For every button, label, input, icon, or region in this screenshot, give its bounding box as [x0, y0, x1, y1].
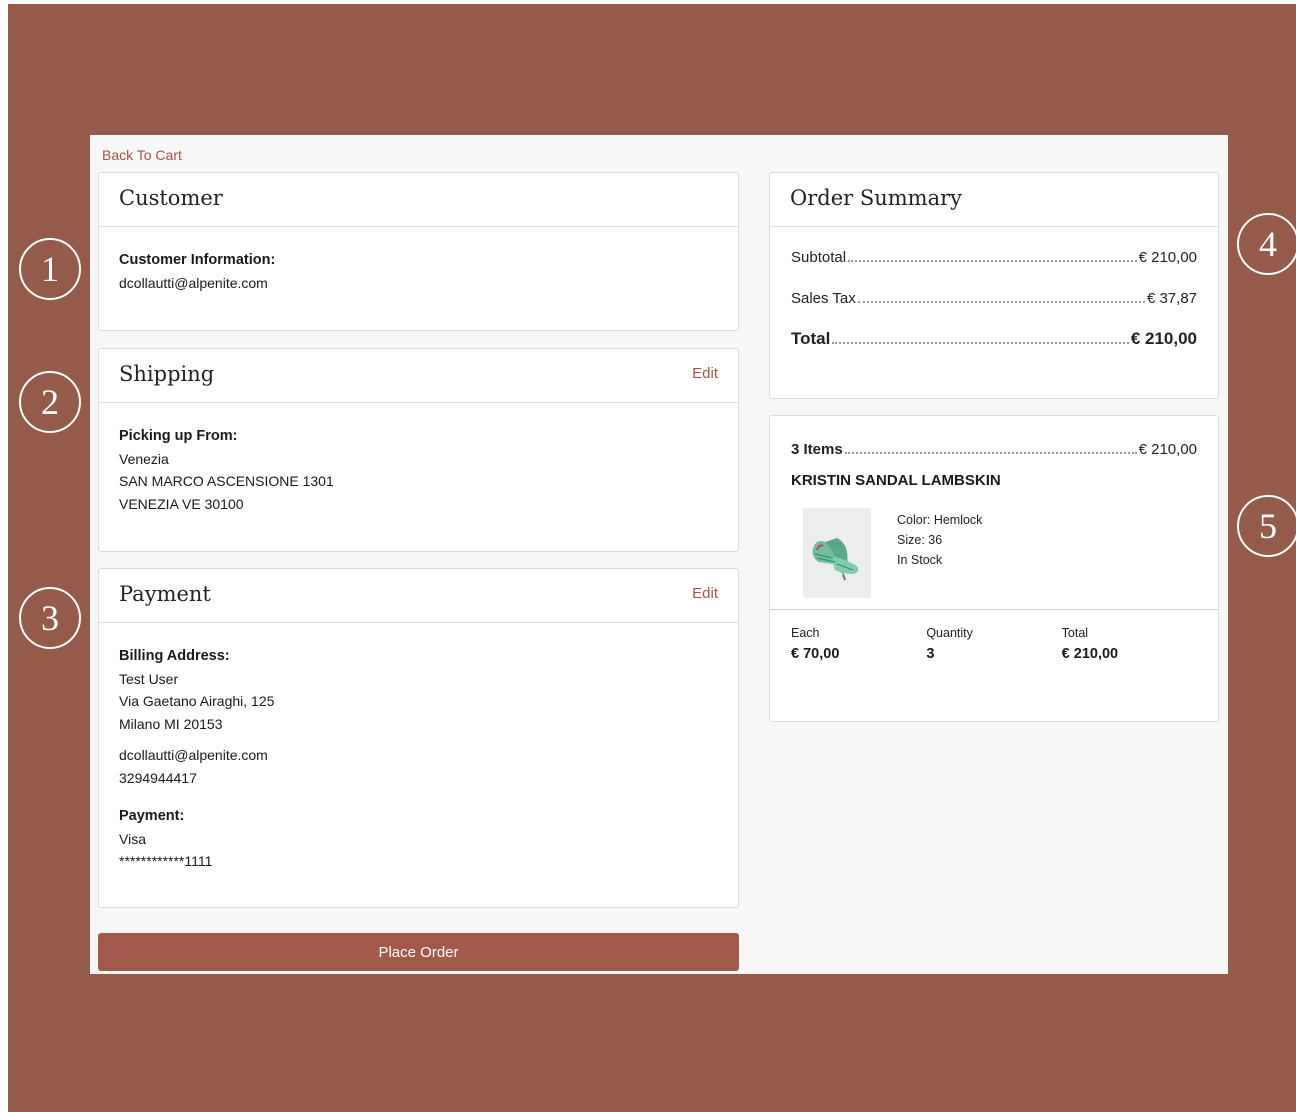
callout-5: 5 — [1237, 495, 1296, 557]
card-type: Visa — [119, 830, 146, 847]
pickup-address-line2: VENEZIA VE 30100 — [119, 495, 244, 512]
place-order-button[interactable]: Place Order — [98, 933, 739, 971]
pickup-address-line1: SAN MARCO ASCENSIONE 1301 — [119, 473, 334, 489]
quantity-value: 3 — [926, 646, 935, 662]
total-value: € 210,00 — [1130, 329, 1197, 348]
line-item-columns: Each € 70,00 Quantity 3 Total € 210,00 — [791, 626, 1197, 662]
items-count-label: 3 Items — [791, 441, 843, 458]
product-name: KRISTIN SANDAL LAMBSKIN — [791, 472, 1001, 489]
items-divider — [770, 609, 1218, 610]
callout-2: 2 — [19, 371, 81, 433]
order-summary-title: Order Summary — [790, 186, 962, 210]
payment-method-label: Payment: — [119, 808, 185, 824]
billing-street: Via Gaetano Airaghi, 125 — [119, 693, 275, 709]
product-size: Size: 36 — [897, 533, 943, 547]
billing-city: Milano MI 20153 — [119, 715, 223, 732]
sales-tax-dots — [857, 301, 1145, 303]
billing-email: dcollautti@alpenite.com — [119, 747, 268, 763]
sandal-icon — [812, 538, 859, 581]
shipping-header: Shipping Edit — [99, 349, 738, 403]
billing-phone: 3294944417 — [119, 769, 197, 786]
billing-address-label: Billing Address: — [119, 648, 230, 664]
total-row: Total € 210,00 — [791, 329, 1197, 349]
sales-tax-value: € 37,87 — [1146, 290, 1197, 307]
payment-title: Payment — [119, 582, 211, 606]
order-summary-card: Order Summary Subtotal € 210,00 Sales Ta… — [769, 172, 1219, 399]
subtotal-dots — [848, 260, 1137, 262]
customer-title: Customer — [119, 186, 223, 210]
shipping-title: Shipping — [119, 362, 215, 386]
pickup-label: Picking up From: — [119, 428, 238, 444]
quantity-label: Quantity — [926, 626, 973, 640]
billing-name: Test User — [119, 670, 179, 687]
shipping-edit-link[interactable]: Edit — [692, 365, 718, 382]
payment-edit-link[interactable]: Edit — [692, 585, 718, 602]
product-stock: In Stock — [897, 553, 943, 567]
customer-header: Customer — [99, 173, 738, 227]
callout-4: 4 — [1237, 213, 1296, 275]
items-count-row: 3 Items € 210,00 — [791, 441, 1197, 458]
subtotal-row: Subtotal € 210,00 — [791, 249, 1197, 266]
shipping-card: Shipping Edit Picking up From: Venezia S… — [98, 348, 739, 552]
product-image[interactable] — [803, 508, 871, 598]
checkout-page: Back To Cart Customer Customer Informati… — [90, 135, 1228, 974]
payment-card: Payment Edit Billing Address: Test User … — [98, 568, 739, 908]
customer-card: Customer Customer Information: dcollautt… — [98, 172, 739, 331]
each-label: Each — [791, 626, 820, 640]
customer-email: dcollautti@alpenite.com — [119, 274, 268, 291]
back-to-cart-link[interactable]: Back To Cart — [102, 147, 182, 163]
line-total-label: Total — [1061, 626, 1089, 640]
total-label: Total — [791, 329, 831, 348]
total-dots — [832, 342, 1129, 344]
sales-tax-label: Sales Tax — [791, 290, 856, 307]
subtotal-label: Subtotal — [791, 249, 847, 266]
callout-1: 1 — [19, 238, 81, 300]
items-card: 3 Items € 210,00 KRISTIN SANDAL LAMBSKIN… — [769, 415, 1219, 722]
sales-tax-row: Sales Tax € 37,87 — [791, 290, 1197, 307]
items-count-value: € 210,00 — [1138, 441, 1197, 458]
subtotal-value: € 210,00 — [1138, 249, 1197, 266]
order-summary-header: Order Summary — [770, 173, 1218, 227]
items-count-dots — [844, 452, 1137, 454]
callout-3: 3 — [19, 587, 81, 649]
customer-info-label: Customer Information: — [119, 252, 276, 268]
pickup-store-name: Venezia — [119, 450, 169, 467]
product-color: Color: Hemlock — [897, 513, 983, 527]
card-number: ************1111 — [119, 853, 213, 869]
line-total-value: € 210,00 — [1061, 646, 1119, 662]
payment-header: Payment Edit — [99, 569, 738, 623]
each-value: € 70,00 — [791, 646, 840, 662]
